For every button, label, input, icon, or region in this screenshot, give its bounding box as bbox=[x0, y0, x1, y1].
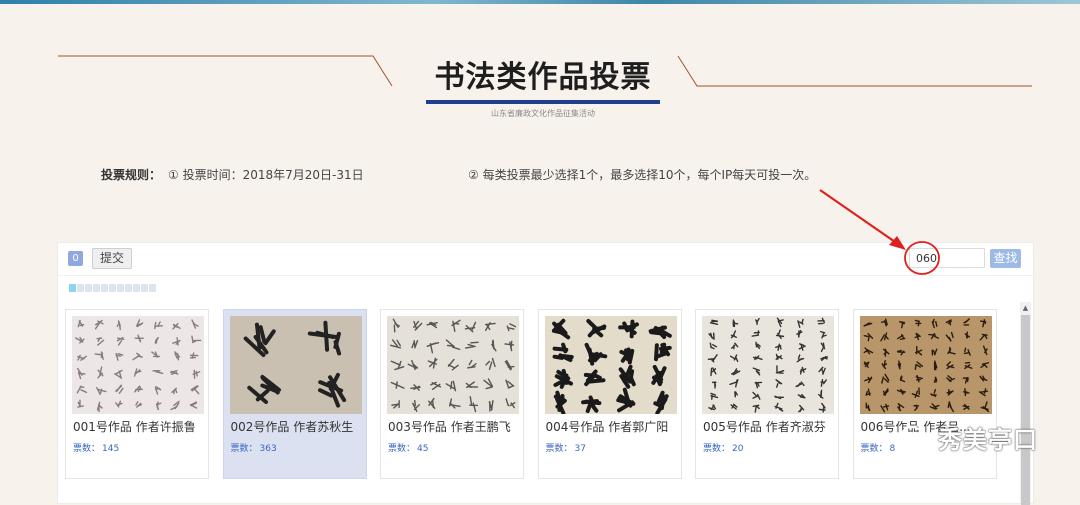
vote-count-value: 145 bbox=[102, 444, 119, 454]
wechat-icon bbox=[900, 424, 932, 452]
annotation-arrow-line bbox=[820, 190, 898, 244]
work-card[interactable]: 004号作品 作者郭广阳票数：37 bbox=[538, 309, 682, 479]
vote-count-value: 37 bbox=[575, 444, 586, 454]
vote-count: 票数：45 bbox=[388, 441, 428, 454]
title-underline bbox=[426, 100, 660, 104]
work-title: 003号作品 作者王鹏飞 bbox=[388, 418, 522, 435]
page-indicator[interactable] bbox=[141, 284, 148, 292]
vote-count-label: 票数： bbox=[73, 444, 100, 454]
selected-count-badge: 0 bbox=[68, 251, 83, 266]
search-button[interactable]: 查找 bbox=[990, 249, 1021, 268]
watermark-text: 秀美亭口 bbox=[938, 420, 1038, 455]
submit-button[interactable]: 提交 bbox=[92, 248, 132, 269]
rule-voting-period: ① 投票时间：2018年7月20日-31日 bbox=[168, 166, 364, 183]
page-indicator[interactable] bbox=[109, 284, 116, 292]
vote-count-value: 45 bbox=[417, 444, 428, 454]
vote-count: 票数：37 bbox=[546, 441, 586, 454]
page-indicator[interactable] bbox=[93, 284, 100, 292]
calligraphy-thumbnail[interactable] bbox=[387, 316, 519, 414]
work-title: 002号作品 作者苏秋生 bbox=[231, 418, 365, 435]
work-card[interactable]: 001号作品 作者许振鲁票数：145 bbox=[65, 309, 209, 479]
vote-count-label: 票数： bbox=[703, 444, 730, 454]
vote-count-label: 票数： bbox=[861, 444, 888, 454]
rule-vote-limits: ② 每类投票最少选择1个，最多选择10个，每个IP每天可投一次。 bbox=[468, 166, 816, 183]
page-indicator[interactable] bbox=[69, 284, 76, 292]
work-title: 005号作品 作者齐淑芬 bbox=[703, 418, 837, 435]
calligraphy-thumbnail[interactable] bbox=[860, 316, 992, 414]
work-title: 004号作品 作者郭广阳 bbox=[546, 418, 680, 435]
vote-count: 票数：363 bbox=[231, 441, 277, 454]
page-indicator[interactable] bbox=[85, 284, 92, 292]
calligraphy-thumbnail[interactable] bbox=[545, 316, 677, 414]
vote-count-label: 票数： bbox=[388, 444, 415, 454]
vote-count-value: 363 bbox=[260, 444, 277, 454]
scroll-thumb[interactable] bbox=[1021, 315, 1030, 505]
pagination bbox=[69, 284, 156, 292]
work-title: 001号作品 作者许振鲁 bbox=[73, 418, 207, 435]
calligraphy-thumbnail[interactable] bbox=[230, 316, 362, 414]
page-subtitle: 山东省廉政文化作品征集活动 bbox=[428, 108, 658, 119]
search-input[interactable]: 060 bbox=[909, 248, 985, 268]
page-indicator[interactable] bbox=[101, 284, 108, 292]
page-indicator[interactable] bbox=[117, 284, 124, 292]
page-indicator[interactable] bbox=[125, 284, 132, 292]
vote-count-label: 票数： bbox=[231, 444, 258, 454]
calligraphy-thumbnail[interactable] bbox=[72, 316, 204, 414]
calligraphy-thumbnail[interactable] bbox=[702, 316, 834, 414]
page-indicator[interactable] bbox=[149, 284, 156, 292]
page-title: 书法类作品投票 bbox=[428, 52, 658, 96]
vote-count: 票数：20 bbox=[703, 441, 743, 454]
work-card[interactable]: 005号作品 作者齐淑芬票数：20 bbox=[695, 309, 839, 479]
page-indicator[interactable] bbox=[77, 284, 84, 292]
rules-label: 投票规则： bbox=[101, 166, 161, 183]
work-card[interactable]: 002号作品 作者苏秋生票数：363 bbox=[223, 309, 367, 479]
vote-count-value: 20 bbox=[732, 444, 743, 454]
work-card[interactable]: 003号作品 作者王鹏飞票数：45 bbox=[380, 309, 524, 479]
vote-count: 票数：145 bbox=[73, 441, 119, 454]
works-panel: 0 提交 060 查找 ▲ 001号作品 作者许振鲁票数：145002号作品 作… bbox=[57, 242, 1034, 504]
toolbar: 0 提交 060 查找 bbox=[58, 243, 1033, 276]
vote-count-label: 票数： bbox=[546, 444, 573, 454]
scrollbar[interactable]: ▲ bbox=[1020, 302, 1031, 503]
page-header: 书法类作品投票 山东省廉政文化作品征集活动 bbox=[0, 0, 1080, 140]
scroll-up-arrow-icon[interactable]: ▲ bbox=[1020, 302, 1031, 314]
voting-rules: 投票规则： ① 投票时间：2018年7月20日-31日 ② 每类投票最少选择1个… bbox=[0, 166, 1080, 186]
page-indicator[interactable] bbox=[133, 284, 140, 292]
watermark: 秀美亭口 bbox=[890, 418, 1070, 458]
